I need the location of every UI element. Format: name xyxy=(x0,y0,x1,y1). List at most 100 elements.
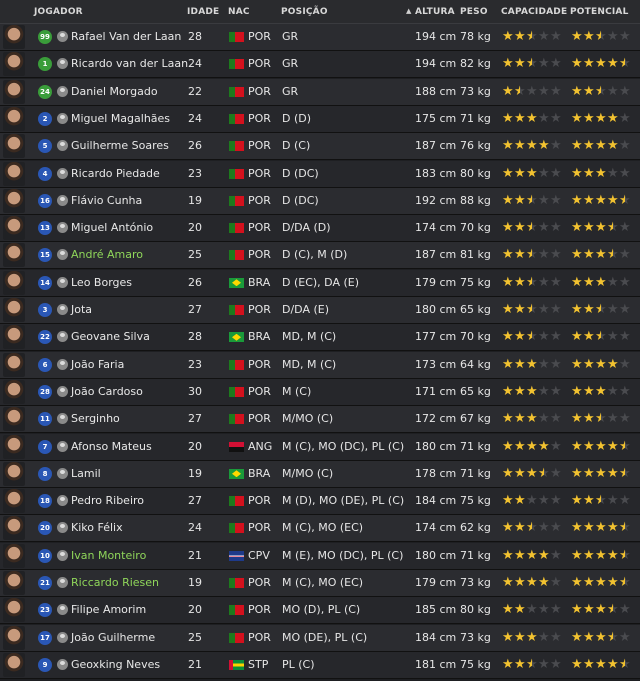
col-header-nac[interactable]: NAC xyxy=(228,7,250,17)
player-name-link[interactable]: João Cardoso xyxy=(71,385,143,398)
table-row[interactable]: 5 Guilherme Soares 26 POR D (C) 187 cm 76 kg ★★… xyxy=(0,133,640,161)
player-name-link[interactable]: João Faria xyxy=(71,358,124,371)
table-row[interactable]: 2 Miguel Magalhães 24 POR D (D) 175 cm 71 kg ★★… xyxy=(0,105,640,133)
col-header-altura[interactable]: ALTURA xyxy=(415,7,455,17)
table-row[interactable]: 24 Daniel Morgado 22 POR GR 188 cm 73 kg ★★★★★ ★… xyxy=(0,78,640,106)
potential-ability-stars: ★★★★★ xyxy=(571,84,631,99)
player-nationality: POR xyxy=(248,248,271,262)
star-icon: ★ xyxy=(550,165,562,181)
col-header-idade[interactable]: IDADE xyxy=(187,7,219,17)
player-name-link[interactable]: Guilherme Soares xyxy=(71,139,169,152)
table-row[interactable]: 4 Ricardo Piedade 23 POR D (DC) 183 cm 80 kg ★★… xyxy=(0,160,640,188)
col-header-peso[interactable]: PESO xyxy=(460,7,488,17)
star-icon: ★ xyxy=(619,247,631,263)
star-icon: ★ xyxy=(607,547,619,563)
player-face-image xyxy=(3,79,25,104)
player-name-link[interactable]: Ivan Monteiro xyxy=(71,549,146,562)
star-icon: ★ xyxy=(514,56,526,72)
star-icon: ★ xyxy=(571,438,583,454)
star-icon: ★ xyxy=(619,602,631,618)
table-row[interactable]: 99 Rafael Van der Laan 28 POR GR 194 cm 78 kg ★… xyxy=(0,24,640,51)
star-icon: ★ xyxy=(607,329,619,345)
star-icon: ★ xyxy=(538,29,550,44)
person-icon xyxy=(57,522,68,534)
person-icon xyxy=(57,440,68,452)
table-row[interactable]: 1 Ricardo van der Laan 24 POR GR 194 cm 82 kg ★… xyxy=(0,51,640,79)
table-row[interactable]: 8 Lamil 19 BRA M/MO (C) 178 cm 71 kg ★★★★★ ★★★★★ xyxy=(0,460,640,488)
player-name-link[interactable]: Filipe Amorim xyxy=(71,603,146,616)
table-row[interactable]: 15 André Amaro 25 POR D (C), M (D) 187 cm 81 k… xyxy=(0,242,640,270)
player-weight: 71 kg xyxy=(460,548,491,562)
star-icon: ★ xyxy=(607,165,619,181)
table-row[interactable]: 11 Serginho 27 POR M/MO (C) 172 cm 67 kg ★★★★★ ★… xyxy=(0,406,640,434)
col-header-posicao[interactable]: POSIÇÃO xyxy=(281,7,328,17)
player-name-link[interactable]: Serginho xyxy=(71,412,120,425)
star-icon: ★ xyxy=(514,29,526,44)
table-row[interactable]: 16 Flávio Cunha 19 POR D (DC) 192 cm 88 kg ★★★★… xyxy=(0,187,640,215)
player-age: 24 xyxy=(188,111,202,125)
table-row[interactable]: 22 Geovane Silva 28 BRA MD, M (C) 177 cm 70 kg… xyxy=(0,324,640,352)
player-name-link[interactable]: Pedro Ribeiro xyxy=(71,494,144,507)
player-name-link[interactable]: Ricardo Piedade xyxy=(71,167,160,180)
player-position: MO (DE), PL (C) xyxy=(282,630,368,644)
table-row[interactable]: 23 Filipe Amorim 20 POR MO (D), PL (C) 185 cm… xyxy=(0,597,640,625)
player-nationality: POR xyxy=(248,57,271,71)
player-name-link[interactable]: Flávio Cunha xyxy=(71,194,142,207)
table-row[interactable]: 13 Miguel António 20 POR D/DA (D) 174 cm 70 kg… xyxy=(0,215,640,243)
person-icon xyxy=(57,385,68,397)
star-icon: ★ xyxy=(526,220,538,236)
star-icon: ★ xyxy=(595,520,607,536)
nation-flag-icon xyxy=(229,632,244,643)
star-icon: ★ xyxy=(583,192,595,208)
col-header-potencial[interactable]: POTENCIAL xyxy=(570,7,629,17)
player-name-link[interactable]: Rafael Van der Laan xyxy=(71,30,181,43)
player-name-link[interactable]: Miguel António xyxy=(71,221,153,234)
player-name-link[interactable]: João Guilherme xyxy=(71,631,155,644)
table-row[interactable]: 28 João Cardoso 30 POR M (C) 171 cm 65 kg ★★★★★… xyxy=(0,378,640,406)
star-icon: ★ xyxy=(514,110,526,126)
player-weight: 73 kg xyxy=(460,84,491,98)
star-icon: ★ xyxy=(619,575,631,590)
star-icon: ★ xyxy=(550,110,562,126)
squad-number-badge: 5 xyxy=(38,139,52,154)
table-row[interactable]: 3 Jota 27 POR D/DA (E) 180 cm 65 kg ★★★★★ ★★★★★ xyxy=(0,297,640,324)
table-row[interactable]: 21 Riccardo Riesen 19 POR M (C), MO (EC) 179 … xyxy=(0,570,640,597)
person-icon xyxy=(57,167,68,179)
player-name-link[interactable]: Geovane Silva xyxy=(71,330,150,343)
player-name-link[interactable]: Jota xyxy=(71,303,92,316)
star-icon: ★ xyxy=(583,411,595,427)
table-row[interactable]: 18 Pedro Ribeiro 27 POR M (D), MO (DE), PL (… xyxy=(0,488,640,516)
player-position: M (E), MO (DC), PL (C) xyxy=(282,548,404,562)
star-icon: ★ xyxy=(502,629,514,645)
player-name-link[interactable]: Lamil xyxy=(71,467,101,480)
star-icon: ★ xyxy=(502,83,514,99)
col-header-jogador[interactable]: JOGADOR xyxy=(34,7,83,17)
player-age: 25 xyxy=(188,630,202,644)
potential-ability-stars: ★★★★★ xyxy=(571,56,631,71)
table-row[interactable]: 6 João Faria 23 POR MD, M (C) 173 cm 64 kg ★★★★… xyxy=(0,351,640,379)
star-icon: ★ xyxy=(619,547,631,563)
table-row[interactable]: 10 Ivan Monteiro 21 CPV M (E), MO (DC), PL (… xyxy=(0,542,640,570)
player-height: 174 cm xyxy=(415,221,457,235)
player-name-link[interactable]: Riccardo Riesen xyxy=(71,576,159,589)
player-name-link[interactable]: Daniel Morgado xyxy=(71,85,158,98)
table-row[interactable]: 9 Geoxking Neves 21 STP PL (C) 181 cm 75 kg ★★★… xyxy=(0,651,640,679)
player-name-link[interactable]: Ricardo van der Laan xyxy=(71,57,188,70)
table-row[interactable]: 17 João Guilherme 25 POR MO (DE), PL (C) 184 … xyxy=(0,624,640,652)
player-name-link[interactable]: André Amaro xyxy=(71,248,143,261)
player-nationality: POR xyxy=(248,494,271,508)
table-row[interactable]: 20 Kiko Félix 24 POR M (C), MO (EC) 174 cm 62 … xyxy=(0,515,640,543)
player-name-link[interactable]: Geoxking Neves xyxy=(71,658,160,671)
player-name-link[interactable]: Kiko Félix xyxy=(71,521,123,534)
star-icon: ★ xyxy=(502,438,514,454)
col-header-capacidade[interactable]: CAPACIDADE xyxy=(501,7,567,17)
table-row[interactable]: 7 Afonso Mateus 20 ANG M (C), MO (DC), PL (C… xyxy=(0,433,640,461)
table-row[interactable]: 14 Leo Borges 26 BRA D (EC), DA (E) 179 cm 75 … xyxy=(0,269,640,297)
star-icon: ★ xyxy=(526,547,538,563)
player-name-link[interactable]: Leo Borges xyxy=(71,276,132,289)
star-icon: ★ xyxy=(550,83,562,99)
player-nationality: POR xyxy=(248,576,271,589)
star-icon: ★ xyxy=(619,329,631,345)
player-name-link[interactable]: Afonso Mateus xyxy=(71,440,152,453)
player-name-link[interactable]: Miguel Magalhães xyxy=(71,112,170,125)
